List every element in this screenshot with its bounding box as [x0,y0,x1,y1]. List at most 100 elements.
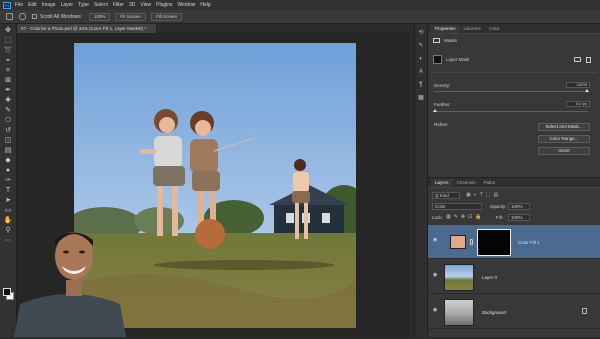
edit-toolbar-icon[interactable]: ⋯ [4,237,13,245]
properties-tab-row: Properties Libraries Color [428,24,600,34]
layer-name: Color Fill 1 [518,240,540,245]
layer-row-color-fill[interactable]: ◉ Color Fill 1 [428,225,600,259]
menu-image[interactable]: Image [42,2,56,8]
gradient-tool-icon[interactable]: ▤ [4,147,13,155]
history-brush-tool-icon[interactable]: ↺ [4,127,13,135]
menu-select[interactable]: Select [94,2,108,8]
zoom-100-button[interactable]: 100% [88,12,111,21]
eraser-tool-icon[interactable]: ◫ [4,137,13,145]
frame-tool-icon[interactable]: ⊠ [4,77,13,85]
move-tool-icon[interactable]: ✥ [4,27,13,35]
scroll-all-windows-checkbox[interactable] [32,14,37,19]
menu-bar: Ps File Edit Image Layer Type Select Fil… [0,0,600,10]
lock-icon [582,308,587,314]
zoom-tool-icon[interactable]: ⚲ [4,227,13,235]
dodge-tool-icon[interactable]: ● [4,167,13,175]
density-label: Density: [434,83,451,88]
crop-tool-icon[interactable]: ⌗ [4,67,13,75]
eyedropper-tool-icon[interactable]: ✒ [4,87,13,95]
menu-plugins[interactable]: Plugins [156,2,172,8]
marquee-tool-icon[interactable]: ⬚ [4,37,13,45]
menu-layer[interactable]: Layer [61,2,74,8]
healing-brush-tool-icon[interactable]: ✚ [4,97,13,105]
paragraph-panel-icon[interactable]: ¶ [418,82,425,88]
tab-libraries[interactable]: Libraries [460,25,485,33]
menu-window[interactable]: Window [178,2,196,8]
visibility-eye-icon[interactable]: ◉ [433,273,439,278]
invert-button[interactable]: Invert [538,147,590,155]
tab-channels[interactable]: Channels [453,179,480,187]
adjustments-panel-icon[interactable]: ◐ [418,56,425,62]
lock-icons[interactable]: ▦✎✥⊡🔒 [446,215,486,220]
lasso-tool-icon[interactable]: ➰ [4,47,13,55]
delete-mask-icon[interactable] [586,57,591,63]
character-panel-icon[interactable]: A [418,69,425,75]
foreground-color-swatch[interactable] [3,288,11,296]
tab-paths[interactable]: Paths [480,179,500,187]
menu-edit[interactable]: Edit [28,2,37,8]
select-and-mask-button[interactable]: Select and Mask... [538,123,590,131]
feather-slider[interactable] [434,111,588,112]
scroll-all-windows-label: Scroll All Windows [40,13,81,20]
visibility-eye-icon[interactable]: ◉ [433,308,439,313]
collapsed-panels-strip: ⟲ ✎ ◐ A ¶ ▦ [414,24,428,337]
layer-name: Layer 0 [482,275,498,280]
menu-type[interactable]: Type [78,2,89,8]
fill-field[interactable]: 100% [508,214,530,221]
blur-tool-icon[interactable]: ◆ [4,157,13,165]
menu-filter[interactable]: Filter [113,2,124,8]
swatches-panel-icon[interactable]: ▦ [418,95,425,101]
color-fill-swatch-thumbnail[interactable] [450,235,466,249]
color-range-button[interactable]: Color Range... [538,135,590,143]
fill-label: Fill: [496,215,503,220]
menu-file[interactable]: File [15,2,23,8]
density-value[interactable]: 100% [566,82,590,88]
object-selection-tool-icon[interactable]: ⌖ [4,57,13,65]
fill-screen-button[interactable]: Fill Screen [150,12,183,21]
apply-mask-icon[interactable] [574,57,581,62]
menu-3d[interactable]: 3D [129,2,135,8]
properties-panel: Properties Libraries Color Masks Layer M… [428,24,600,177]
density-slider[interactable] [434,91,588,92]
filter-icons[interactable]: ▣◐T⬚▤ [466,193,516,198]
tab-properties[interactable]: Properties [431,25,460,33]
feather-slider-handle[interactable] [433,109,437,112]
layers-tab-row: Layers Channels Paths [428,178,600,188]
pen-tool-icon[interactable]: ✑ [4,177,13,185]
hand-tool-icon[interactable]: ✋ [4,217,13,225]
link-chain-icon[interactable] [470,239,473,245]
layer-mask-thumbnail[interactable] [433,55,442,64]
divider [431,72,597,73]
layer-row-background[interactable]: ◉ Background [428,295,600,329]
layer-name: Background [482,310,507,315]
presenter-webcam-overlay [14,222,126,337]
brush-tool-icon[interactable]: ✎ [4,107,13,115]
layer-filter-kind-dropdown[interactable]: Q Kind [432,192,460,199]
history-panel-icon[interactable]: ⟲ [418,30,425,36]
blend-mode-dropdown[interactable]: Color [432,203,482,210]
menu-view[interactable]: View [140,2,151,8]
rectangle-tool-icon[interactable]: ▭ [4,207,13,215]
home-icon[interactable] [6,13,13,20]
layer-mask-thumbnail-selected[interactable] [477,229,511,256]
opacity-label: Opacity: [490,204,507,209]
background-thumbnail[interactable] [444,299,474,326]
refine-label: Refine: [434,122,449,127]
opacity-field[interactable]: 100% [508,203,530,210]
hand-tool-icon[interactable] [19,13,26,20]
menu-help[interactable]: Help [200,2,210,8]
masks-section-title: Masks [444,38,458,43]
visibility-eye-icon[interactable]: ◉ [433,238,439,243]
type-tool-icon[interactable]: T [4,187,13,195]
clone-stamp-tool-icon[interactable]: ⎔ [4,117,13,125]
path-selection-tool-icon[interactable]: ➤ [4,197,13,205]
document-tab[interactable]: 07 - Colorize a Photo.psd @ 44% (Color F… [17,24,157,33]
layer-0-thumbnail[interactable] [444,264,474,291]
feather-value[interactable]: 0.0 px [566,101,590,107]
tab-layers[interactable]: Layers [431,179,453,187]
brush-settings-panel-icon[interactable]: ✎ [418,43,425,49]
tab-color[interactable]: Color [485,25,504,33]
fit-screen-button[interactable]: Fit Screen [115,12,146,21]
layer-row-layer-0[interactable]: ◉ Layer 0 [428,260,600,294]
density-slider-handle[interactable] [585,89,589,92]
